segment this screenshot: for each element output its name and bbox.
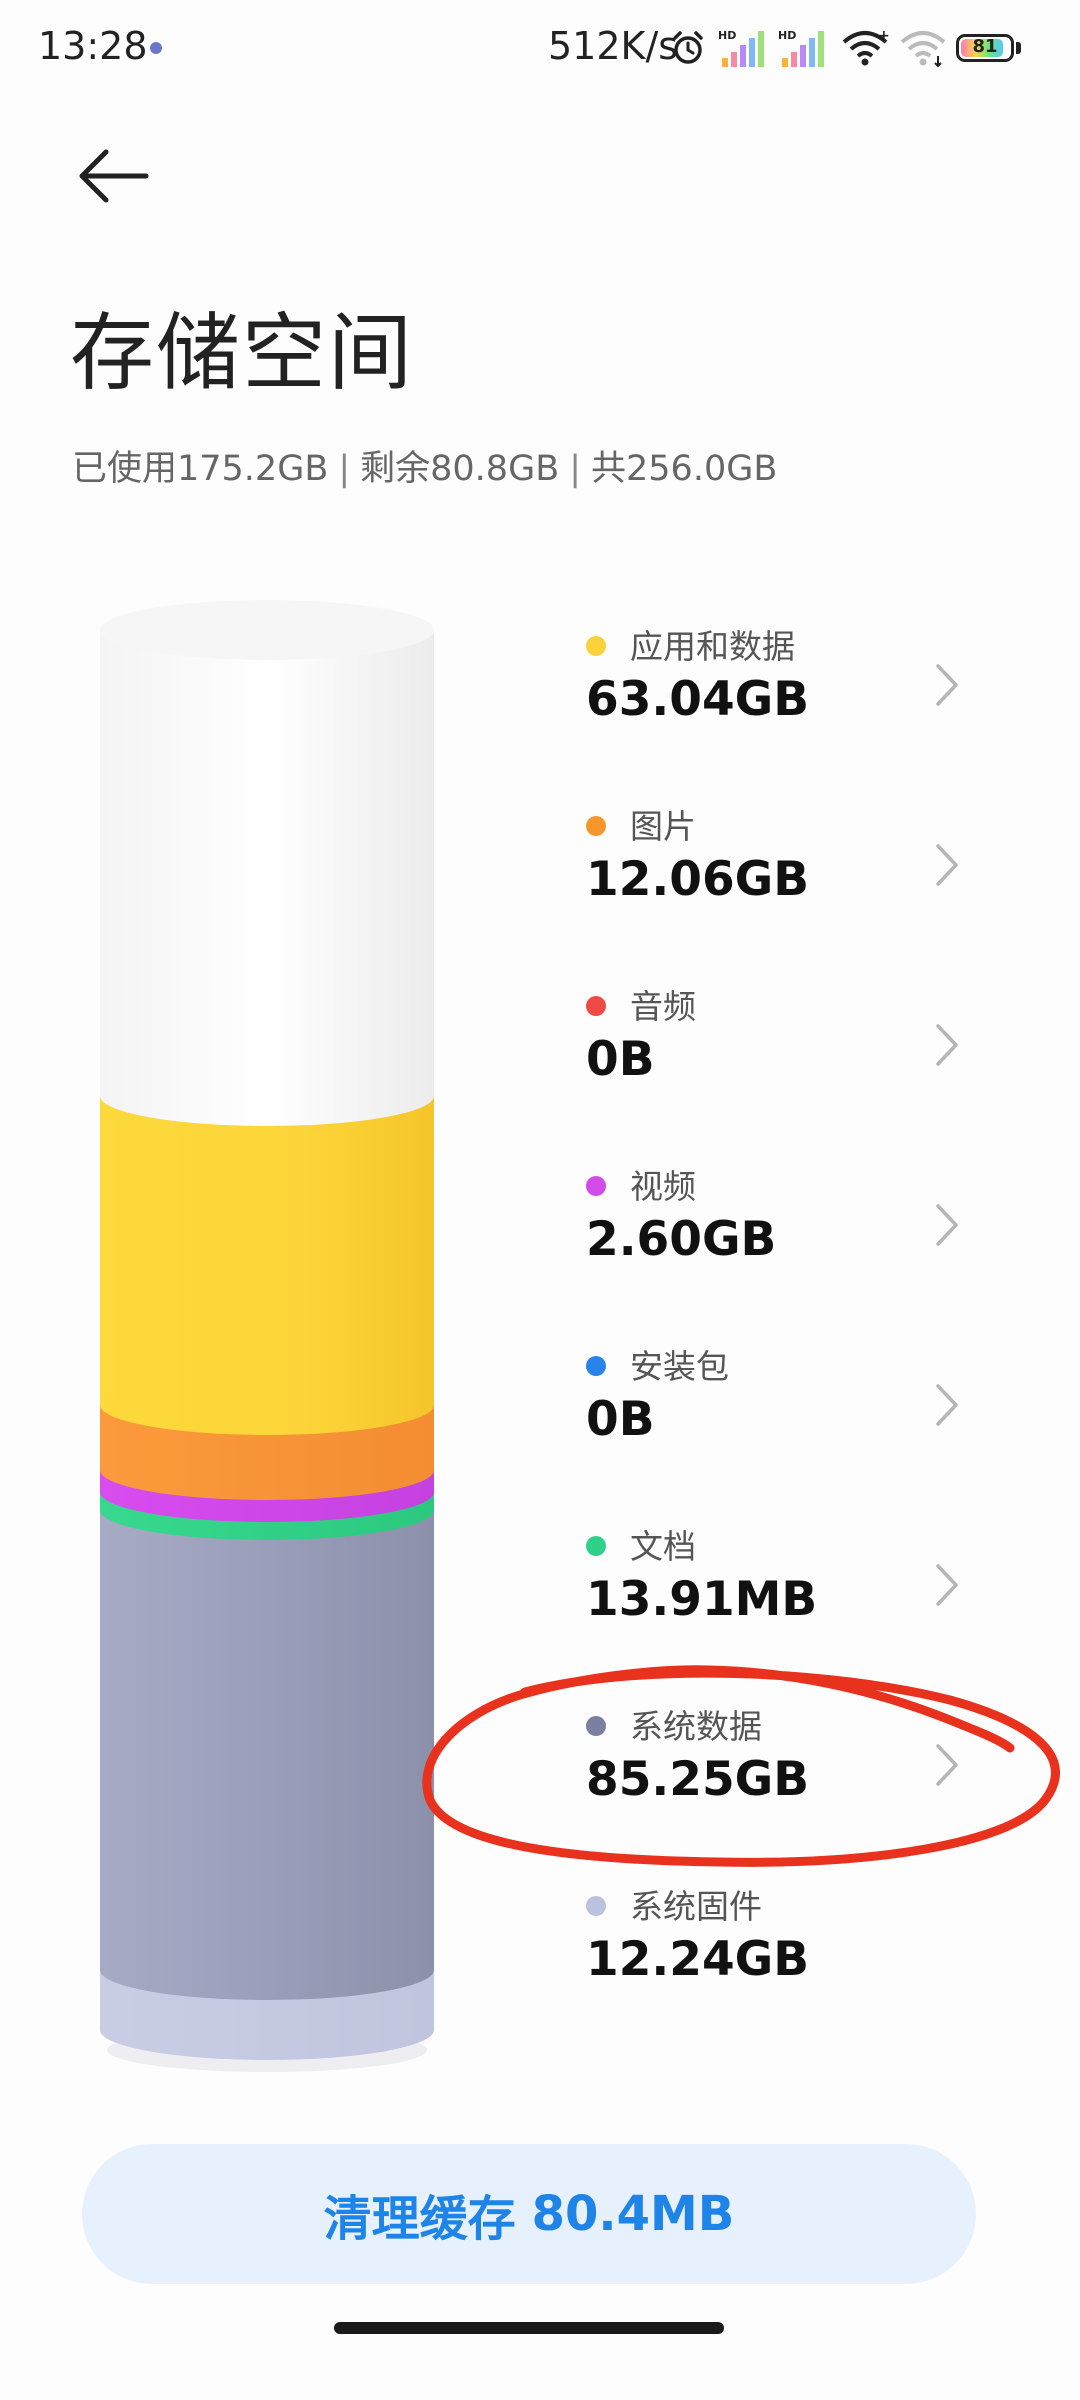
status-time: 13:28 [38, 24, 148, 68]
legend-dot [586, 1356, 606, 1376]
clean-cache-button[interactable]: 清理缓存 80.4MB [82, 2144, 976, 2284]
status-bar: 13:28 512K/s HD HD + 81 [0, 0, 1080, 96]
category-item-apps[interactable]: 应用和数据 63.04GB [586, 616, 986, 766]
alarm-icon [673, 31, 703, 64]
category-value: 13.91MB [586, 1572, 818, 1627]
total-storage: 共256.0GB [591, 449, 778, 489]
storage-cylinder-chart [100, 600, 434, 2072]
chevron-right-icon [936, 1204, 958, 1246]
chevron-right-icon [936, 844, 958, 886]
chevron-right-icon [936, 1744, 958, 1786]
legend-dot [586, 1896, 606, 1916]
category-label: 图片 [630, 807, 696, 846]
chevron-right-icon [936, 1384, 958, 1426]
notification-dot-icon [150, 42, 162, 54]
signal-icon: HD [778, 29, 824, 67]
category-item-install-packages[interactable]: 安装包 0B [586, 1336, 986, 1486]
used-storage: 已使用175.2GB [72, 449, 329, 489]
category-label: 安装包 [630, 1347, 729, 1386]
wifi-icon: + [842, 28, 890, 66]
legend-dot [586, 996, 606, 1016]
category-label: 视频 [630, 1167, 696, 1206]
chevron-right-icon [936, 1564, 958, 1606]
battery-cap [1016, 42, 1021, 54]
category-label: 音频 [630, 987, 696, 1026]
segment-free-space [100, 630, 434, 1126]
legend-dot [586, 636, 606, 656]
signal-icon: HD [718, 29, 764, 67]
category-label: 文档 [630, 1527, 696, 1566]
storage-summary: 已使用175.2GB | 剩余80.8GB | 共256.0GB [72, 440, 777, 491]
home-indicator[interactable] [334, 2322, 724, 2334]
chevron-right-icon [936, 664, 958, 706]
arrow-left-icon[interactable] [76, 146, 152, 206]
category-value: 0B [586, 1032, 655, 1087]
category-item-system-firmware: 系统固件 12.24GB [586, 1876, 986, 2026]
segment-system-data [100, 1500, 434, 2000]
category-item-images[interactable]: 图片 12.06GB [586, 796, 986, 946]
category-label: 系统数据 [630, 1707, 762, 1746]
storage-screen: 13:28 512K/s HD HD + 81 存储空间 已使用175.2GB … [0, 0, 1080, 2400]
chevron-right-icon [936, 1024, 958, 1066]
signal-hd-label: HD [778, 29, 796, 42]
legend-dot [586, 1176, 606, 1196]
category-value: 12.06GB [586, 852, 810, 907]
page-title: 存储空间 [70, 304, 415, 402]
clean-cache-size: 80.4MB [531, 2186, 735, 2242]
category-item-video[interactable]: 视频 2.60GB [586, 1156, 986, 1306]
legend-dot [586, 1536, 606, 1556]
category-label: 应用和数据 [630, 627, 795, 666]
legend-dot [586, 816, 606, 836]
category-value: 63.04GB [586, 672, 810, 727]
category-item-system-data[interactable]: 系统数据 85.25GB [586, 1696, 986, 1846]
cylinder-top [100, 600, 434, 660]
summary-separator: | [338, 449, 351, 489]
category-label: 系统固件 [630, 1887, 762, 1926]
category-value: 2.60GB [586, 1212, 777, 1267]
battery-level-text: 81 [972, 36, 998, 57]
category-item-audio[interactable]: 音频 0B [586, 976, 986, 1126]
signal-hd-label: HD [718, 29, 736, 42]
svg-text:+: + [878, 28, 890, 44]
category-value: 0B [586, 1392, 655, 1447]
category-item-documents[interactable]: 文档 13.91MB [586, 1516, 986, 1666]
remaining-storage: 剩余80.8GB [360, 449, 560, 489]
category-value: 12.24GB [586, 1932, 810, 1987]
legend-dot [586, 1716, 606, 1736]
battery-icon: 81 [956, 34, 1014, 62]
network-speed: 512K/s [548, 24, 679, 68]
summary-separator: | [569, 449, 582, 489]
category-value: 85.25GB [586, 1752, 810, 1807]
segment-apps [100, 1096, 434, 1435]
wifi-icon [900, 31, 946, 68]
clean-cache-label: 清理缓存 [323, 2191, 516, 2247]
